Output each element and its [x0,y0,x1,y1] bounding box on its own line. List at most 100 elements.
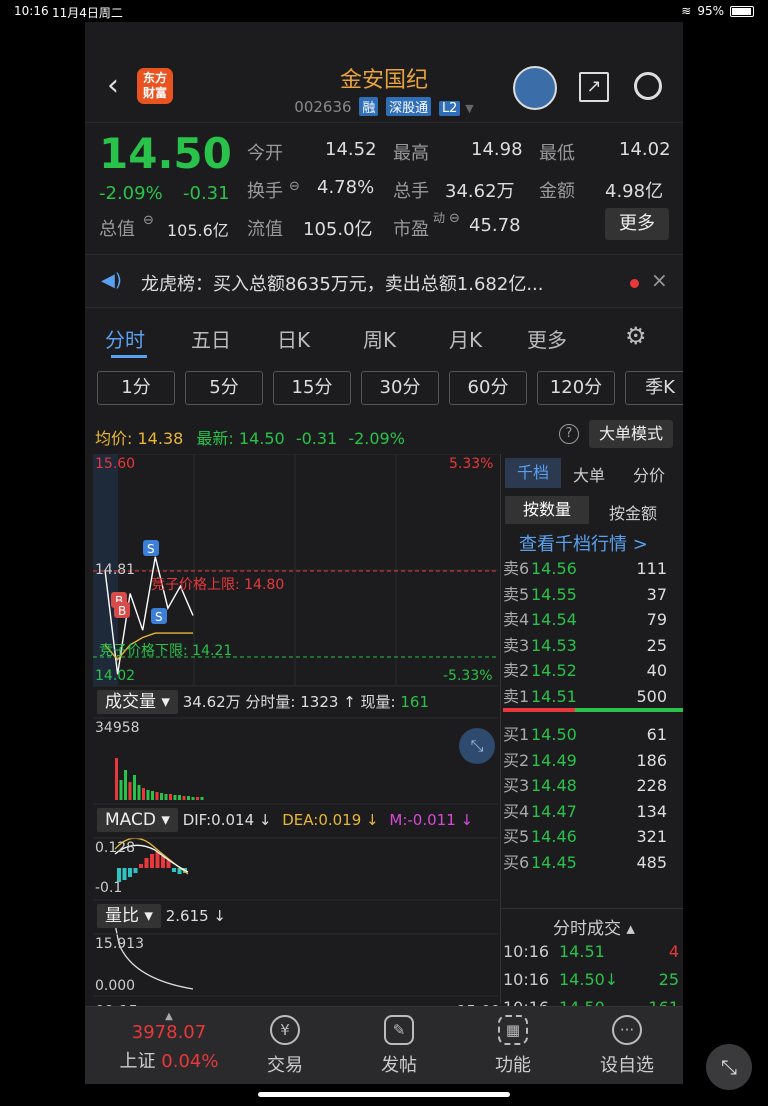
ask-list: 卖6 14.56 111 卖5 14.55 37 卖4 14.54 79 卖3 14.53 25 卖2 1… [503,556,683,709]
info-icon[interactable]: ⊖ [143,213,154,228]
pe-value: 45.78 [469,215,521,236]
tab-intraday[interactable]: 分时 [105,324,145,353]
news-ticker[interactable]: ◀) 龙虎榜：买入总额8635万元，卖出总额1.682亿... × [85,254,683,308]
liangbi-top-label: 15.913 [95,936,144,952]
tab-bigorder[interactable]: 大单 [573,462,605,486]
robot-avatar-icon[interactable] [513,66,557,110]
liangbi-value: 2.615 ↓ [165,907,226,925]
upper-limit-label: 竞子价格上限: 14.80 [151,577,285,593]
liangbi-header: 量比 ▾ 2.615 ↓ [97,904,226,928]
volume-bar [146,790,150,800]
collapse-icon[interactable]: ⤡ [706,1044,752,1090]
nav-function[interactable]: ▦ 功能 [473,1015,553,1077]
quote-panel: 14.50 -2.09% -0.31 今开 14.52 最高 14.98 最低 … [85,122,683,252]
nav-post[interactable]: ✎ 发帖 [359,1015,439,1077]
share-icon[interactable]: ↗ [579,72,609,102]
amount-label: 金额 [539,181,575,202]
volume-dropdown[interactable]: 成交量 ▾ [97,690,178,714]
bid-row: 买3 14.48 228 [503,773,683,799]
close-icon[interactable]: × [651,268,668,292]
ob-price: 14.51 [531,686,577,706]
ob-label: 卖5 [503,584,530,604]
period-selector: 1分 5分 15分 30分 60分 120分 季K [85,368,683,414]
period-15m[interactable]: 15分 [273,371,351,405]
big-order-mode-button[interactable]: 大单模式 [589,420,673,448]
period-quarter[interactable]: 季K [625,371,683,405]
info-icon[interactable]: ⊖ [449,211,460,226]
tab-weekly[interactable]: 周K [363,324,396,353]
ask-row: 卖6 14.56 111 [503,556,683,582]
news-text: 龙虎榜：买入总额8635万元，卖出总额1.682亿... [141,274,544,295]
bid-row: 买2 14.49 186 [503,748,683,774]
liangbi-dropdown[interactable]: 量比 ▾ [97,904,161,928]
news-dot [630,279,639,288]
volume-bar [133,775,136,800]
tab-more[interactable]: 更多 [527,324,567,353]
gear-icon[interactable]: ⚙ [625,322,647,350]
low-value: 14.02 [619,139,671,160]
battery-icon [730,5,754,17]
expand-icon[interactable]: ⤡ [459,728,495,764]
chg-value: -0.31 [295,429,338,448]
ob-qty: 134 [636,801,667,821]
tab-monthly[interactable]: 月K [449,324,482,353]
wifi-icon: ≋ [681,4,692,18]
ob-qty: 186 [636,750,667,770]
volume-bar [155,792,159,800]
trade-price: 14.50↓ [559,970,619,989]
trades-title[interactable]: 分时成交 ▴ [553,914,635,939]
ob-label: 买1 [503,725,530,744]
nav-favorite[interactable]: ··· 设自选 [587,1015,667,1077]
mktcap-value: 105.6亿 [167,221,229,240]
tab-price[interactable]: 分价 [633,462,665,486]
open-label: 今开 [247,143,283,164]
ob-qty: 37 [646,584,667,604]
volume-now: 161 [400,693,430,711]
intraday-chart-area[interactable]: B B S S 15.60 5.33% 14.81 竞子价格上限: 14.80 … [93,454,500,1020]
marker-s2: S [155,610,163,624]
tab-depth[interactable]: 千档 [505,458,561,488]
search-icon[interactable] [634,72,662,100]
period-120m[interactable]: 120分 [537,371,615,405]
tab-daily[interactable]: 日K [277,324,310,353]
period-1m[interactable]: 1分 [97,371,175,405]
volume-bar [119,780,123,800]
ob-qty: 321 [636,827,667,846]
dif-value: DIF:0.014 ↓ [182,811,272,829]
volume-max-label: 34958 [95,720,140,736]
volume-bar [160,793,163,800]
macd-bar [128,868,132,877]
ob-price: 14.53 [531,635,577,655]
index-ticker[interactable]: ▲ 3978.07 上证 0.04% [119,1011,219,1073]
volume-bar [164,794,168,800]
depth-link[interactable]: 查看千档行情 > [519,530,648,556]
volume-header: 成交量 ▾ 34.62万 分时量: 1323 ↑ 现量: 161 [97,690,429,714]
volume-bar [196,797,199,800]
status-bar: 10:16 11月4日周二 ≋ 95% [0,0,768,22]
ob-qty: 500 [636,686,667,706]
divider [501,908,683,909]
ob-qty: 40 [646,661,667,680]
nav-trade[interactable]: ¥ 交易 [245,1015,325,1077]
y-top-pct: 5.33% [449,456,494,472]
dropdown-icon[interactable]: ▼ [465,102,473,115]
more-button[interactable]: 更多 [605,208,669,240]
period-60m[interactable]: 60分 [449,371,527,405]
high-label: 最高 [393,143,429,164]
help-icon[interactable]: ? [559,424,579,444]
period-5m[interactable]: 5分 [185,371,263,405]
period-30m[interactable]: 30分 [361,371,439,405]
ob-price: 14.48 [531,776,577,795]
volume-info: 34.62万 分时量: 1323 ↑ 现量: [182,693,396,711]
speaker-icon: ◀) [101,270,122,291]
stock-code: 002636 [294,98,352,116]
tab-underline [111,355,147,358]
tab-5day[interactable]: 五日 [191,324,231,353]
by-quantity-button[interactable]: 按数量 [505,496,589,524]
volume-bar [128,782,132,800]
macd-dropdown[interactable]: MACD ▾ [97,808,178,832]
index-value: 3978.07 [131,1022,207,1043]
tag-l2: L2 [438,101,461,116]
by-amount-button[interactable]: 按金额 [609,500,657,524]
info-icon[interactable]: ⊖ [289,179,300,194]
